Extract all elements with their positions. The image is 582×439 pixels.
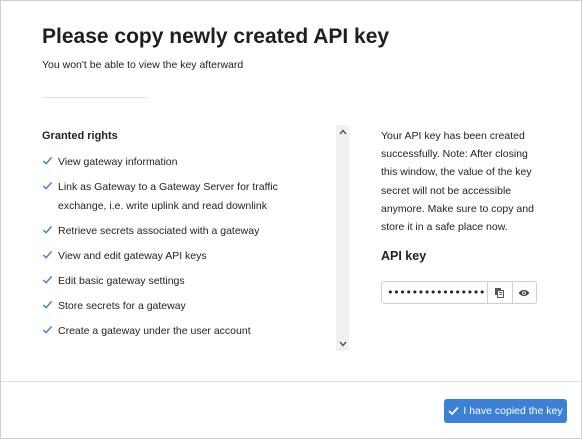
- rights-scrollbar[interactable]: [336, 125, 349, 351]
- scroll-up-arrow-icon[interactable]: [336, 126, 349, 138]
- granted-rights-panel[interactable]: Granted rights View gateway information …: [42, 125, 348, 351]
- copy-button[interactable]: [487, 282, 512, 303]
- api-key-input[interactable]: [382, 282, 487, 303]
- page-title: Please copy newly created API key: [42, 25, 390, 48]
- list-item: Link as Gateway to a Gateway Server for …: [42, 178, 327, 216]
- check-icon: [42, 156, 53, 165]
- check-icon: [42, 275, 53, 284]
- right-label: Link as Gateway to a Gateway Server for …: [58, 181, 278, 212]
- list-item: Retrieve secrets associated with a gatew…: [42, 222, 327, 241]
- granted-rights-heading: Granted rights: [42, 130, 118, 142]
- check-icon: [42, 250, 53, 259]
- reveal-button[interactable]: [511, 282, 537, 303]
- granted-rights-list: View gateway information Link as Gateway…: [42, 153, 327, 347]
- right-label: Create a gateway under the user account: [58, 325, 251, 337]
- api-key-modal: Please copy newly created API key You wo…: [0, 0, 582, 439]
- check-icon: [42, 181, 53, 190]
- api-key-field: [381, 281, 537, 304]
- list-item: View gateway information: [42, 153, 327, 172]
- eye-icon: [518, 289, 530, 296]
- check-icon: [42, 225, 53, 234]
- list-item: View and edit gateway API keys: [42, 247, 327, 266]
- right-label: Edit basic gateway settings: [58, 275, 185, 287]
- divider: [42, 97, 147, 98]
- confirm-copied-button[interactable]: I have copied the key: [444, 399, 567, 423]
- api-key-label: API key: [381, 249, 427, 263]
- check-icon: [448, 406, 459, 416]
- page-subtitle: You won't be able to view the key afterw…: [42, 59, 244, 71]
- confirm-label: I have copied the key: [463, 405, 563, 417]
- check-icon: [42, 325, 53, 334]
- right-label: Store secrets for a gateway: [58, 300, 186, 312]
- list-item: Edit basic gateway settings: [42, 272, 327, 291]
- info-message: Your API key has been created successful…: [381, 130, 534, 234]
- list-item: Create a gateway under the user account: [42, 322, 327, 341]
- scroll-down-arrow-icon[interactable]: [336, 338, 349, 350]
- copy-icon: [495, 288, 505, 298]
- right-label: View and edit gateway API keys: [58, 250, 207, 262]
- right-label: Retrieve secrets associated with a gatew…: [58, 225, 260, 237]
- list-item: Store secrets for a gateway: [42, 297, 327, 316]
- right-label: View gateway information: [58, 156, 178, 168]
- check-icon: [42, 300, 53, 309]
- footer-divider: [1, 381, 581, 382]
